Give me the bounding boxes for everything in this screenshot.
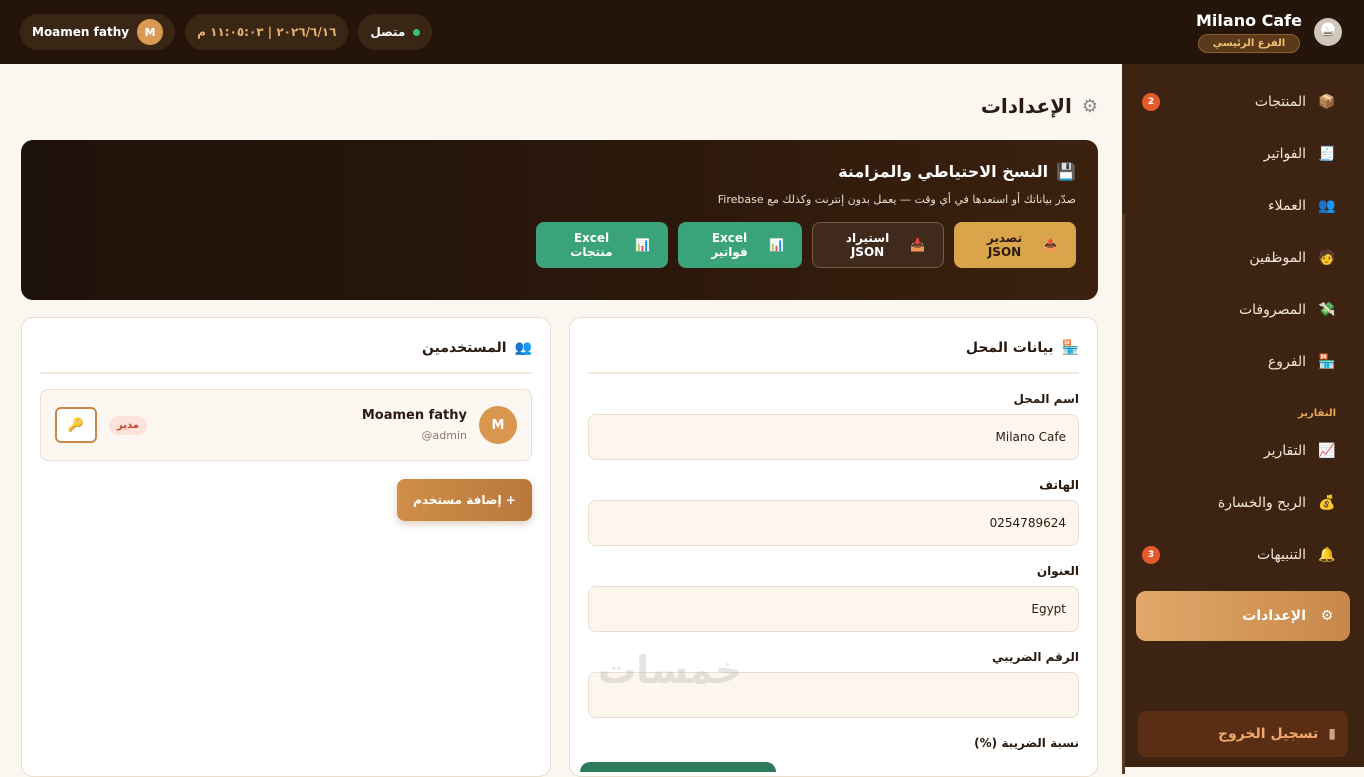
sidebar-item-profit-loss[interactable]: 💰 الربح والخسارة	[1122, 477, 1364, 529]
gear-icon: ⚙	[1320, 608, 1334, 624]
datetime-chip: ٢٠٢٦/٦/١٦ | ١١:٠٥:٠٣ م	[185, 14, 349, 50]
products-badge: 2	[1142, 93, 1160, 111]
sidebar-item-settings[interactable]: ⚙ الإعدادات	[1136, 591, 1350, 641]
export-json-button[interactable]: 📤 تصدير JSON	[954, 222, 1076, 268]
key-icon: 🔑	[67, 417, 85, 433]
list-item: M Moamen fathy admin@ مدير 🔑	[40, 389, 532, 461]
export-excel-products-button[interactable]: 📊 Excel منتجات	[536, 222, 668, 268]
shop-name-input[interactable]	[588, 414, 1079, 460]
address-input[interactable]	[588, 586, 1079, 632]
user-chip[interactable]: Moamen fathy M	[20, 14, 176, 50]
main-content: ⚙ الإعدادات 💾 النسخ الاحتياطي والمزامنة …	[0, 64, 1122, 777]
money-bag-icon: 💰	[1318, 495, 1336, 511]
user-name: Moamen fathy	[361, 408, 467, 423]
tax-rate-label: نسبة الضريبة (%)	[974, 736, 1079, 750]
change-password-button[interactable]: 🔑	[55, 407, 97, 443]
sidebar-item-customers[interactable]: 👥 العملاء	[1122, 180, 1364, 232]
section-reports-heading: التقارير	[1298, 408, 1336, 419]
backup-description: صدّر بياناتك أو استعدها في أي وقت — يعمل…	[717, 193, 1076, 206]
backup-panel: 💾 النسخ الاحتياطي والمزامنة صدّر بياناتك…	[21, 140, 1098, 300]
chart-icon: 📈	[1318, 443, 1336, 459]
users-title: المستخدمين	[422, 340, 507, 356]
user-handle: admin@	[421, 429, 467, 442]
datetime: ٢٠٢٦/٦/١٦ | ١١:٠٥:٠٣ م	[197, 25, 337, 39]
sidebar-item-employees[interactable]: 🧑 الموظفين	[1122, 232, 1364, 284]
sidebar-item-invoices[interactable]: 🧾 الفواتير	[1122, 128, 1364, 180]
store-icon: 🏪	[1061, 340, 1079, 356]
status-dot-icon	[413, 28, 421, 36]
sidebar-item-expenses[interactable]: 💸 المصروفات	[1122, 284, 1364, 336]
phone-label: الهاتف	[1039, 478, 1079, 492]
inbox-icon: 📥	[910, 238, 925, 252]
top-bar: ☕ Milano Cafe الفرع الرئيسي Moamen fathy…	[0, 0, 1364, 64]
receipt-icon: 🧾	[1318, 146, 1336, 162]
floppy-disk-icon: 💾	[1056, 162, 1076, 181]
alerts-badge: 3	[1142, 546, 1160, 564]
avatar: M	[137, 19, 164, 45]
watermark: خمسات	[598, 648, 742, 692]
backup-title: النسخ الاحتياطي والمزامنة	[838, 162, 1049, 181]
people-icon: 👥	[1318, 198, 1336, 214]
shop-name-label: اسم المحل	[1013, 392, 1079, 406]
avatar: M	[479, 406, 517, 444]
branch-selector[interactable]: الفرع الرئيسي	[1197, 34, 1301, 53]
users-card: 👥 المستخدمين M Moamen fathy admin@ مدير …	[21, 317, 551, 777]
door-icon: ▮	[1328, 726, 1336, 742]
sidebar-item-reports[interactable]: 📈 التقارير	[1122, 425, 1364, 477]
shop-info-card: 🏪 بيانات المحل اسم المحل الهاتف العنوان …	[569, 317, 1098, 777]
person-icon: 🧑	[1318, 250, 1336, 266]
store-icon: 🏪	[1318, 354, 1336, 370]
brand-name: Milano Cafe	[1196, 11, 1302, 30]
box-icon: 📦	[1318, 94, 1336, 110]
user-name: Moamen fathy	[32, 25, 130, 39]
role-badge: مدير	[109, 415, 147, 435]
outbox-icon: 📤	[1043, 238, 1058, 252]
import-json-button[interactable]: 📥 استيراد JSON	[812, 222, 944, 268]
status-text: متصل	[370, 25, 406, 39]
phone-input[interactable]	[588, 500, 1079, 546]
connection-status: متصل	[358, 14, 433, 50]
address-label: العنوان	[1036, 564, 1079, 578]
add-user-button[interactable]: + إضافة مستخدم	[397, 479, 532, 521]
coffee-cup-icon: ☕	[1314, 18, 1342, 46]
export-excel-invoices-button[interactable]: 📊 Excel فواتير	[678, 222, 802, 268]
bell-icon: 🔔	[1318, 547, 1336, 563]
sidebar: 📦 المنتجات 2 🧾 الفواتير 👥 العملاء 🧑 المو…	[1122, 64, 1364, 774]
logout-button[interactable]: ▮ تسجيل الخروج	[1138, 711, 1348, 757]
gear-icon: ⚙	[1081, 95, 1098, 117]
users-icon: 👥	[514, 340, 532, 356]
chart-icon: 📊	[769, 238, 784, 252]
page-title: ⚙ الإعدادات	[980, 94, 1098, 118]
shop-info-title: بيانات المحل	[965, 340, 1054, 356]
money-wings-icon: 💸	[1318, 302, 1336, 318]
save-button[interactable]	[580, 762, 776, 772]
chart-icon: 📊	[635, 238, 650, 252]
brand: ☕ Milano Cafe الفرع الرئيسي	[1196, 11, 1342, 53]
sidebar-item-products[interactable]: 📦 المنتجات 2	[1122, 76, 1364, 128]
sidebar-item-alerts[interactable]: 🔔 التنبيهات 3	[1122, 529, 1364, 581]
sidebar-item-branches[interactable]: 🏪 الفروع	[1122, 336, 1364, 388]
